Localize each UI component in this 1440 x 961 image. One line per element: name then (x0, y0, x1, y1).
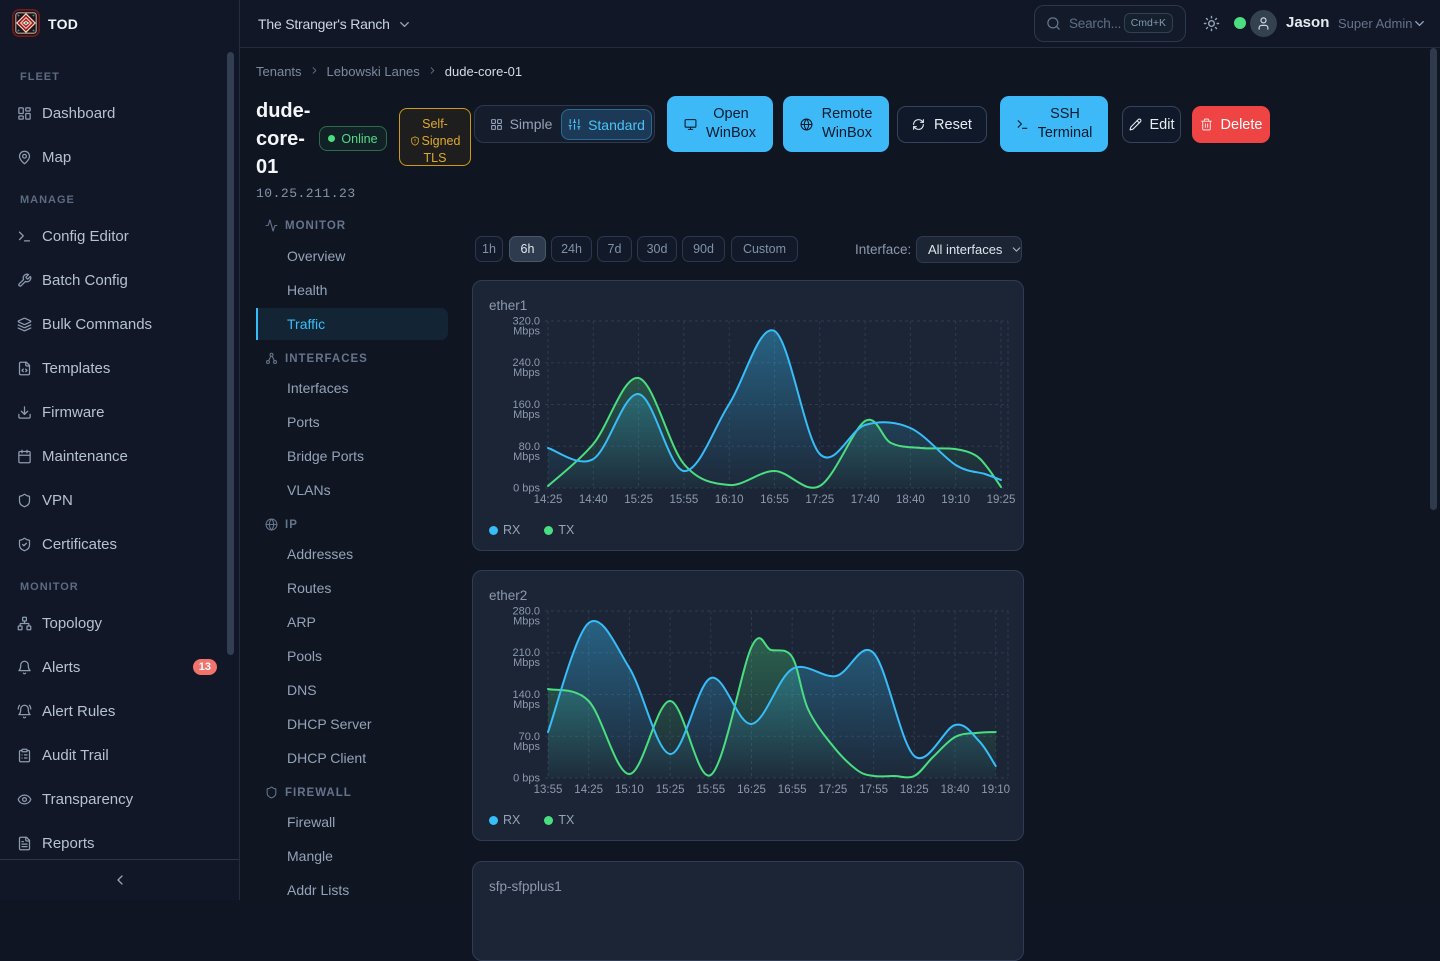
svg-text:0 bps: 0 bps (513, 483, 540, 495)
svg-text:15:10: 15:10 (615, 784, 644, 796)
svg-text:17:25: 17:25 (805, 494, 834, 506)
svg-text:Mbps: Mbps (513, 657, 540, 669)
svg-text:Mbps: Mbps (513, 326, 540, 338)
svg-text:Mbps: Mbps (513, 409, 540, 421)
svg-text:Mbps: Mbps (513, 367, 540, 379)
svg-text:18:40: 18:40 (896, 494, 925, 506)
svg-text:16:55: 16:55 (778, 784, 807, 796)
svg-text:18:40: 18:40 (941, 784, 970, 796)
svg-text:19:10: 19:10 (981, 784, 1010, 796)
svg-text:Mbps: Mbps (513, 451, 540, 463)
svg-text:15:25: 15:25 (624, 494, 653, 506)
svg-text:17:40: 17:40 (851, 494, 880, 506)
svg-text:15:55: 15:55 (696, 784, 725, 796)
svg-text:13:55: 13:55 (534, 784, 563, 796)
svg-text:14:25: 14:25 (534, 494, 563, 506)
svg-text:14:40: 14:40 (579, 494, 608, 506)
svg-text:16:25: 16:25 (737, 784, 766, 796)
svg-text:17:55: 17:55 (859, 784, 888, 796)
svg-text:17:25: 17:25 (819, 784, 848, 796)
svg-text:Mbps: Mbps (513, 699, 540, 711)
svg-text:14:25: 14:25 (574, 784, 603, 796)
svg-text:18:25: 18:25 (900, 784, 929, 796)
svg-text:Mbps: Mbps (513, 616, 540, 628)
svg-text:15:55: 15:55 (670, 494, 699, 506)
svg-text:0 bps: 0 bps (513, 773, 540, 785)
svg-text:19:25: 19:25 (987, 494, 1016, 506)
svg-text:16:55: 16:55 (760, 494, 789, 506)
svg-text:16:10: 16:10 (715, 494, 744, 506)
svg-text:15:25: 15:25 (656, 784, 685, 796)
svg-text:Mbps: Mbps (513, 741, 540, 753)
svg-text:19:10: 19:10 (941, 494, 970, 506)
